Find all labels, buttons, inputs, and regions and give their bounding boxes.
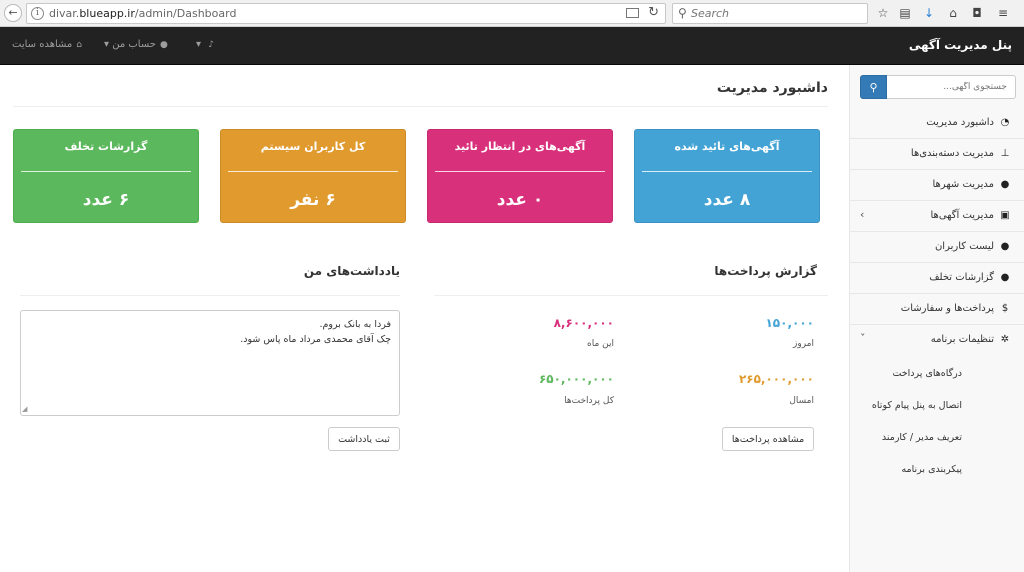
cubes-icon: ▣	[1000, 210, 1010, 221]
dollar-icon: $	[1001, 303, 1009, 314]
payment-month-value: ۸,۶۰۰,۰۰۰	[553, 316, 614, 330]
home-icon: ⌂	[76, 40, 83, 50]
stat-card-value: ۸ عدد	[703, 190, 751, 210]
view-site-link[interactable]: ⌂مشاهده سایت	[12, 39, 82, 50]
address-bar[interactable]: i divar.blueapp.ir/admin/Dashboard ↻	[26, 3, 666, 24]
chevron-down-icon: ˇ	[860, 332, 866, 345]
my-account-dropdown[interactable]: ●حساب من ▾	[104, 39, 168, 50]
search-button[interactable]: ⚲	[860, 75, 887, 99]
page-title: داشبورد مدیریت	[716, 80, 828, 96]
stat-card-title: کل کاربران سیستم	[260, 140, 366, 153]
browser-search-input[interactable]	[691, 6, 861, 21]
sidebar: ⚲ ◔داشبورد مدیریت ⊥مدیریت دسته‌بندی‌ها ●…	[849, 65, 1024, 572]
star-icon[interactable]: ☆	[876, 6, 890, 20]
sidebar-item-reports[interactable]: ●گزارشات تخلف	[850, 263, 1024, 294]
notes-textarea[interactable]: فردا به بانک بروم. چک آقای محمدی مرداد م…	[20, 310, 400, 416]
payment-year-label: امسال	[789, 396, 814, 406]
payments-divider	[434, 295, 828, 296]
clipboard-icon[interactable]: ▤	[898, 6, 912, 20]
stat-card-value: ۶ عدد	[82, 190, 130, 210]
stat-card-pending: آگهی‌های در انتظار تائید ۰ عدد	[427, 129, 613, 223]
stat-card-approved: آگهی‌های تائید شده ۸ عدد	[634, 129, 820, 223]
title-divider	[13, 106, 828, 107]
home-icon[interactable]: ⌂	[946, 6, 960, 20]
stat-card-value: ۰ عدد	[496, 190, 544, 210]
user-icon: ●	[1000, 241, 1010, 252]
reload-icon[interactable]: ↻	[648, 5, 659, 20]
user-icon: ●	[159, 40, 168, 50]
stat-card-value: ۶ نفر	[290, 190, 336, 210]
sidebar-item-categories[interactable]: ⊥مدیریت دسته‌بندی‌ها	[850, 139, 1024, 170]
sidebar-item-ads[interactable]: ▣مدیریت آگهی‌ها ‹	[850, 201, 1024, 232]
notes-title: یادداشت‌های من	[303, 264, 400, 278]
ad-search-input[interactable]	[886, 75, 1016, 99]
payment-total-value: ۶۵۰,۰۰۰,۰۰۰	[538, 372, 614, 386]
notifications-dropdown[interactable]: ♪ ▾	[196, 39, 214, 50]
search-icon: ⚲	[869, 81, 878, 94]
sidebar-subitem-config[interactable]: پیکربندی برنامه	[850, 455, 1024, 486]
sidebar-item-users[interactable]: ●لیست کاربران	[850, 232, 1024, 263]
chevron-left-icon: ‹	[860, 208, 865, 221]
stat-card-title: آگهی‌های تائید شده	[674, 140, 780, 153]
browser-search-box[interactable]: ⚲	[672, 3, 868, 24]
url-text[interactable]: divar.blueapp.ir/admin/Dashboard	[49, 7, 236, 20]
sidebar-subitem-sms-panel[interactable]: اتصال به پنل پیام کوتاه	[850, 391, 1024, 422]
menu-icon[interactable]: ≡	[996, 6, 1010, 20]
payment-today-value: ۱۵۰,۰۰۰	[765, 316, 814, 330]
sidebar-item-payments[interactable]: $پرداخت‌ها و سفارشات	[850, 294, 1024, 325]
map-marker-icon: ●	[1000, 179, 1010, 190]
reader-view-icon[interactable]	[626, 8, 639, 18]
pocket-icon[interactable]: ◘	[970, 6, 984, 20]
stat-card-users: کل کاربران سیستم ۶ نفر	[220, 129, 406, 223]
back-arrow-icon[interactable]: ←	[4, 4, 22, 22]
comment-icon: ●	[1000, 272, 1010, 283]
notes-divider	[20, 295, 400, 296]
search-icon: ⚲	[678, 6, 687, 20]
payment-month-label: این ماه	[587, 339, 614, 349]
payments-title: گزارش پرداخت‌ها	[714, 264, 817, 278]
sidebar-item-cities[interactable]: ●مدیریت شهرها	[850, 170, 1024, 201]
stat-card-title: گزارشات تخلف	[64, 140, 148, 153]
info-icon[interactable]: i	[31, 7, 44, 20]
payment-year-value: ۲۶۵,۰۰۰,۰۰۰	[738, 372, 814, 386]
view-payments-button[interactable]: مشاهده پرداخت‌ها	[722, 427, 814, 451]
sidebar-subitem-admins[interactable]: تعریف مدیر / کارمند	[850, 423, 1024, 454]
browser-toolbar: ← i divar.blueapp.ir/admin/Dashboard ↻ ⚲…	[0, 0, 1024, 27]
stat-card-title: آگهی‌های در انتظار تائید	[454, 140, 586, 153]
brand-title[interactable]: پنل مدیریت آگهی	[909, 38, 1012, 52]
sidebar-item-settings[interactable]: ✲تنظیمات برنامه ˇ	[850, 325, 1024, 356]
app-navbar: پنل مدیریت آگهی ⌂مشاهده سایت ●حساب من ▾ …	[0, 27, 1024, 65]
download-icon[interactable]: ↓	[922, 6, 936, 20]
resize-handle-icon[interactable]: ◢	[22, 405, 27, 413]
stat-card-violations: گزارشات تخلف ۶ عدد	[13, 129, 199, 223]
sitemap-icon: ⊥	[1000, 148, 1010, 159]
sidebar-search: ⚲	[860, 75, 1016, 99]
save-note-button[interactable]: ثبت یادداشت	[328, 427, 400, 451]
sidebar-subitem-gateways[interactable]: درگاه‌های پرداخت	[850, 359, 1024, 390]
payment-total-label: کل پرداخت‌ها	[564, 396, 614, 406]
sidebar-item-dashboard[interactable]: ◔داشبورد مدیریت	[850, 108, 1024, 139]
dashboard-icon: ◔	[1000, 117, 1010, 128]
payment-today-label: امروز	[793, 339, 814, 349]
gear-icon: ✲	[1000, 334, 1010, 345]
bell-icon: ♪	[208, 40, 214, 50]
